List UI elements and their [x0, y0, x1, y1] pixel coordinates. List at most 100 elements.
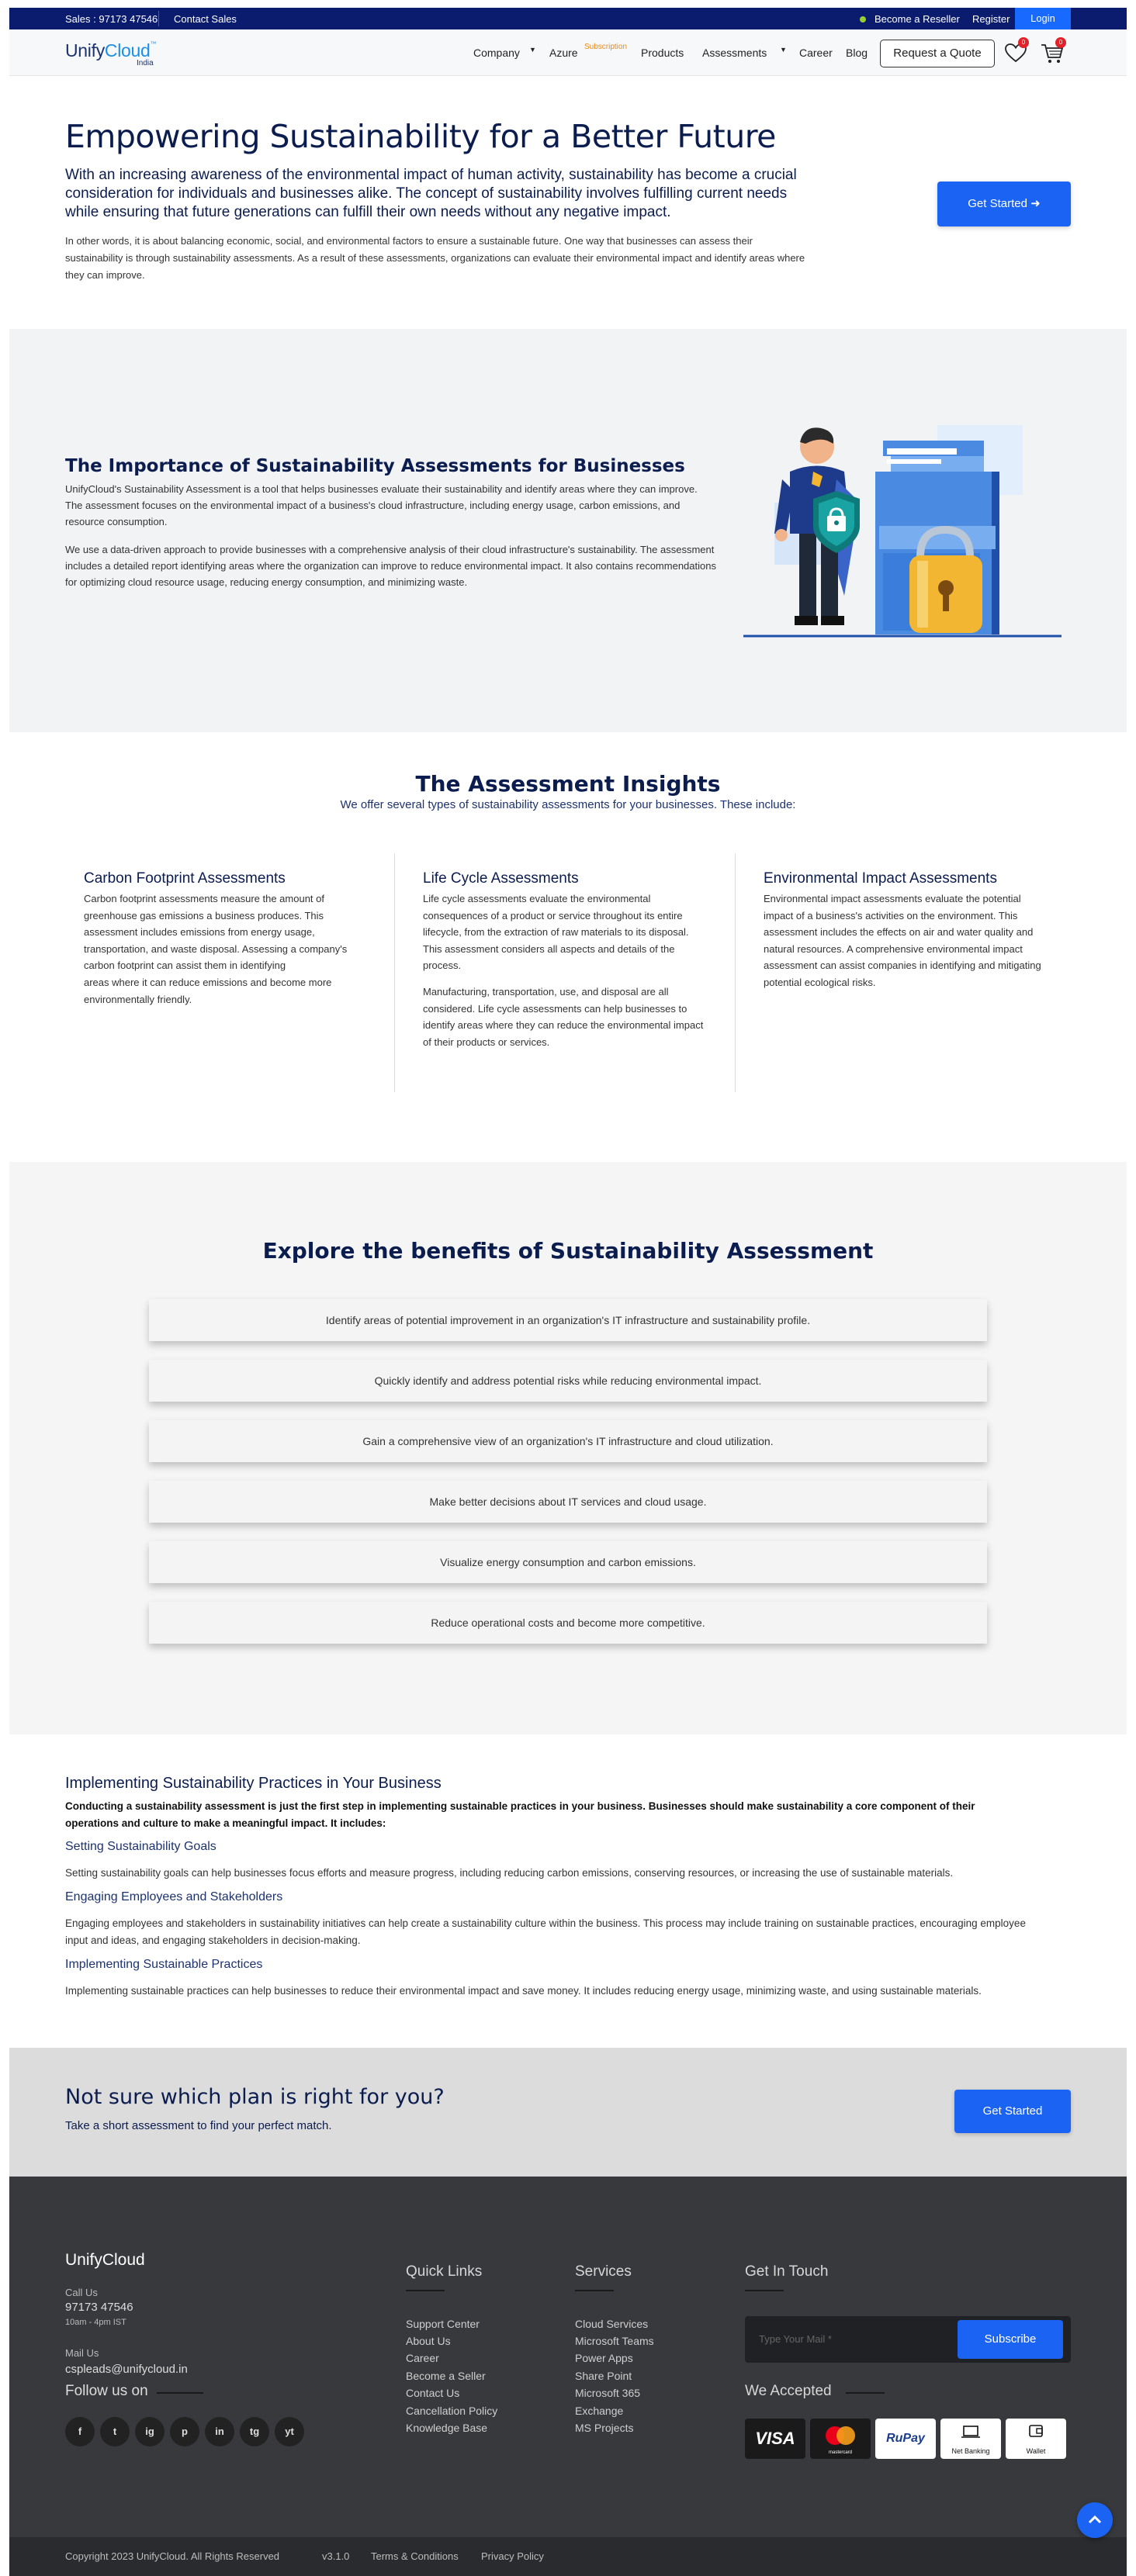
service-link[interactable]: Cloud Services: [575, 2318, 648, 2330]
copyright: Copyright 2023 UnifyCloud. All Rights Re…: [65, 2550, 280, 2562]
linkedin-icon[interactable]: in: [205, 2417, 234, 2446]
instagram-icon[interactable]: ig: [135, 2417, 165, 2446]
hero-title: Empowering Sustainability for a Better F…: [65, 118, 776, 155]
nav-products[interactable]: Products: [641, 47, 684, 59]
footer-link[interactable]: About Us: [406, 2335, 451, 2347]
request-quote-button[interactable]: Request a Quote: [880, 40, 995, 67]
benefit-item: Reduce operational costs and become more…: [149, 1602, 987, 1644]
service-link[interactable]: Power Apps: [575, 2352, 633, 2364]
telegram-icon[interactable]: tg: [240, 2417, 269, 2446]
mail-label: Mail Us: [65, 2347, 99, 2359]
service-link[interactable]: Microsoft 365: [575, 2387, 640, 2399]
cta-get-started-button[interactable]: Get Started: [954, 2090, 1071, 2133]
insights-title: The Assessment Insights: [415, 771, 721, 797]
newsletter-email-input[interactable]: Type Your Mail *: [759, 2333, 832, 2345]
nav-career[interactable]: Career: [799, 47, 833, 59]
nav-company[interactable]: Company: [473, 47, 520, 59]
privacy-link[interactable]: Privacy Policy: [481, 2550, 544, 2562]
cart-count: 0: [1055, 37, 1066, 48]
page-content: Sales : 97173 47546 Contact Sales Become…: [9, 0, 1127, 2576]
footer-hours: 10am - 4pm IST: [65, 2318, 126, 2327]
benefit-item: Make better decisions about IT services …: [149, 1481, 987, 1523]
benefits-title: Explore the benefits of Sustainability A…: [262, 1238, 874, 1264]
visa-icon: VISA: [745, 2419, 805, 2459]
youtube-icon[interactable]: yt: [275, 2417, 304, 2446]
logo[interactable]: UnifyCloud™: [65, 40, 157, 61]
practice-heading: Implementing Sustainable Practices: [65, 1958, 263, 1971]
login-button[interactable]: Login: [1015, 8, 1071, 29]
benefit-item: Gain a comprehensive view of an organiza…: [149, 1420, 987, 1462]
security-illustration: [743, 425, 1062, 638]
quick-links-title: Quick Links: [406, 2263, 483, 2280]
logo-main: Unify: [65, 40, 105, 61]
page: Sales : 97173 47546 Contact Sales Become…: [0, 0, 1136, 2576]
footer-logo[interactable]: UnifyCloud: [65, 2251, 145, 2270]
footer-link[interactable]: Cancellation Policy: [406, 2405, 497, 2417]
rupay-icon: RuPay: [875, 2419, 936, 2459]
service-link[interactable]: Microsoft Teams: [575, 2335, 654, 2347]
get-in-touch-title: Get In Touch: [745, 2263, 829, 2280]
cta-subtitle: Take a short assessment to find your per…: [65, 2119, 332, 2132]
nav-azure[interactable]: Azure: [549, 47, 578, 59]
insight-card-text: areas where it can reduce emissions and …: [84, 976, 332, 1005]
divider: [745, 2290, 784, 2291]
insight-card-environmental: Environmental Impact Assessments Environ…: [764, 870, 1051, 1001]
column-divider: [735, 853, 736, 1092]
footer-link[interactable]: Support Center: [406, 2318, 480, 2330]
importance-paragraph-1: UnifyCloud's Sustainability Assessment i…: [65, 483, 698, 527]
footer-link[interactable]: Contact Us: [406, 2387, 459, 2399]
insights-subtitle: We offer several types of sustainability…: [340, 798, 796, 811]
divider: [406, 2290, 445, 2291]
terms-link[interactable]: Terms & Conditions: [371, 2550, 459, 2562]
importance-paragraph-2: We use a data-driven approach to provide…: [65, 544, 716, 588]
footer-link[interactable]: Career: [406, 2352, 439, 2364]
net-banking-label: Net Banking: [951, 2447, 990, 2455]
status-dot-icon: [860, 16, 866, 22]
footer-email[interactable]: cspleads@unifycloud.in: [65, 2363, 188, 2376]
insight-card-carbon: Carbon Footprint Assessments Carbon foot…: [84, 870, 371, 1017]
top-bar: Sales : 97173 47546 Contact Sales Become…: [9, 8, 1127, 29]
pinterest-icon[interactable]: p: [170, 2417, 199, 2446]
insight-card-text: Manufacturing, transportation, use, and …: [423, 985, 704, 1048]
footer: UnifyCloud Call Us 97173 47546 10am - 4p…: [9, 2177, 1127, 2537]
net-banking-icon: Net Banking: [940, 2419, 1001, 2459]
nav-blog[interactable]: Blog: [846, 47, 868, 59]
sales-phone[interactable]: Sales : 97173 47546: [65, 13, 158, 25]
benefit-item: Quickly identify and address potential r…: [149, 1360, 987, 1402]
plan-cta-section: Not sure which plan is right for you? Ta…: [9, 2048, 1127, 2177]
facebook-icon[interactable]: f: [65, 2417, 95, 2446]
follow-label: Follow us on: [65, 2383, 148, 2399]
become-reseller-link[interactable]: Become a Reseller: [875, 13, 960, 25]
subscribe-button[interactable]: Subscribe: [958, 2320, 1063, 2359]
divider: [846, 2392, 885, 2394]
nav-assessments[interactable]: Assessments: [702, 47, 767, 59]
footer-phone[interactable]: 97173 47546: [65, 2301, 133, 2314]
service-link[interactable]: Exchange: [575, 2405, 623, 2417]
version: v3.1.0: [322, 2550, 350, 2562]
insight-card-text: Life cycle assessments evaluate the envi…: [423, 893, 689, 972]
mastercard-icon: mastercard: [810, 2419, 871, 2459]
contact-sales-link[interactable]: Contact Sales: [174, 13, 237, 25]
divider: [158, 11, 159, 26]
mastercard-label: mastercard: [829, 2450, 852, 2455]
insight-card-title: Carbon Footprint Assessments: [84, 870, 286, 887]
logo-accent: Cloud: [104, 40, 151, 61]
practice-text: Implementing sustainable practices can h…: [65, 1985, 982, 1997]
practice-text: Setting sustainability goals can help bu…: [65, 1867, 954, 1879]
scroll-to-top-button[interactable]: [1077, 2502, 1113, 2538]
practice-heading: Setting Sustainability Goals: [65, 1840, 216, 1853]
footer-link[interactable]: Knowledge Base: [406, 2422, 487, 2434]
logo-tm: ™: [150, 40, 157, 47]
twitter-icon[interactable]: t: [100, 2417, 130, 2446]
chevron-up-icon: [1088, 2515, 1102, 2524]
cta-title: Not sure which plan is right for you?: [65, 2085, 445, 2109]
service-link[interactable]: Share Point: [575, 2370, 632, 2382]
hero-get-started-label: Get Started: [968, 197, 1027, 210]
register-link[interactable]: Register: [972, 13, 1010, 25]
main-header: UnifyCloud™ India Company ▼ Azure Subscr…: [9, 29, 1127, 76]
azure-subscription-badge: Subscription: [584, 43, 628, 51]
hero-get-started-button[interactable]: Get Started ➜: [937, 182, 1071, 226]
insight-card-lifecycle: Life Cycle Assessments Life cycle assess…: [423, 870, 706, 1060]
footer-link[interactable]: Become a Seller: [406, 2370, 486, 2382]
service-link[interactable]: MS Projects: [575, 2422, 633, 2434]
